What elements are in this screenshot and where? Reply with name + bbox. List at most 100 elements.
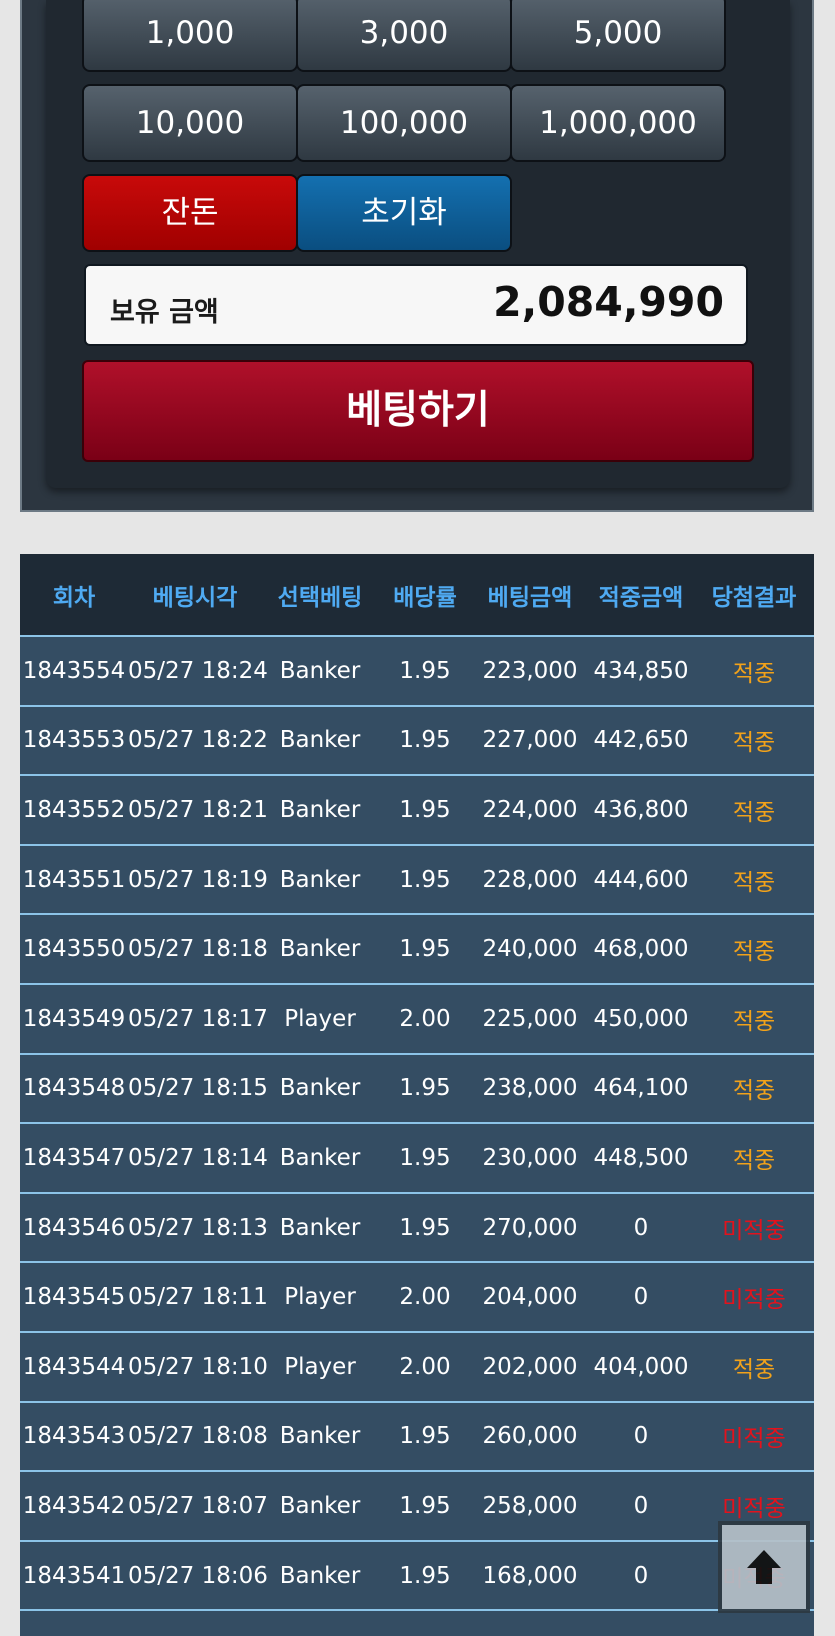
cell-selection: Banker [262,844,378,916]
cell-selection: Banker [262,775,378,846]
cell-bet-amount: 230,000 [472,1123,588,1194]
table-row: 1843554 05/27 18:24 Banker 1.95 223,000 434,8… [20,636,814,707]
cell-round: 1843544 [20,1331,128,1403]
header-win-amount: 적중금액 [588,554,694,637]
cell-win-amount: 468,000 [588,914,694,985]
cell-result: 적중 [694,705,814,777]
cell-bet-amount: 204,000 [472,1262,588,1333]
cell-selection: Banker [262,636,378,707]
cell-round: 1843546 [20,1192,128,1264]
cell-win-amount: 0 [588,1401,694,1473]
cell-round: 1843550 [20,914,128,985]
cell-result: 적중 [694,1331,814,1403]
table-row: 184354105/27 18:06Banker1.95168,0000미적중 [20,1540,814,1612]
cell-selection: Banker [262,1053,378,1125]
cell-odds: 1.95 [378,1471,472,1542]
cell-bet-time: 05/27 18:18 [128,914,268,985]
cell-bet-time: 05/27 18:14 [128,1123,268,1194]
balance-display: 보유 금액 2,084,990 [84,264,748,346]
cell-round: 1843545 [20,1262,128,1333]
betting-panel: 1,000 3,000 5,000 10,000 100,000 1,000,0… [20,0,814,512]
table-row: 1843543 05/27 18:08 Banker 1.95 260,000 0 미적중 [20,1401,814,1473]
cell-bet-amount: 202,000 [472,1331,588,1403]
cell-bet-amount: 224,000 [472,775,588,846]
table-row: 1843552 05/27 18:21 Banker 1.95 224,000 436,8… [20,775,814,846]
cell-selection: Banker [262,914,378,985]
chip-10000[interactable]: 10,000 [82,84,298,162]
cell-bet-time: 05/27 18:19 [128,844,268,916]
cell-selection: Banker [262,1192,378,1264]
cell-bet-time: 05/27 18:17 [128,983,268,1055]
header-bet-time: 베팅시각 [128,554,262,637]
cell-bet-amount: 227,000 [472,705,588,777]
cell-result: 미적중 [694,1401,814,1473]
cell-odds: 1.95 [378,1401,472,1473]
cell-win-amount: 442,650 [588,705,694,777]
cell-result: 적중 [694,1053,814,1125]
header-odds: 배당률 [378,554,472,637]
cell-selection: Player [262,983,378,1055]
chip-3000[interactable]: 3,000 [296,0,512,72]
cell-selection: Player [262,1262,378,1333]
cell-odds: 2.00 [378,983,472,1055]
chip-1000000[interactable]: 1,000,000 [510,84,726,162]
cell-round: 1843548 [20,1053,128,1125]
cell-result: 적중 [694,983,814,1055]
cell-win-amount: 0 [588,1262,694,1333]
cell-round: 1843553 [20,705,128,777]
cell-odds: 1.95 [378,705,472,777]
cell-bet-time: 05/27 18:06 [128,1540,268,1612]
header-result: 당첨결과 [694,554,814,637]
cell-round: 1843541 [20,1540,128,1612]
table-row: 1843547 05/27 18:14 Banker 1.95 230,000 448,5… [20,1123,814,1194]
table-row: 1843550 05/27 18:18 Banker 1.95 240,000 468,0… [20,914,814,985]
cell-selection: Banker [262,705,378,777]
table-row: 1843545 05/27 18:11 Player 2.00 204,000 0 미적중 [20,1262,814,1333]
cell-bet-amount: 240,000 [472,914,588,985]
cell-round: 1843554 [20,636,128,707]
table-row: 1843551 05/27 18:19 Banker 1.95 228,000 444,6… [20,844,814,916]
cell-round: 1843552 [20,775,128,846]
cell-result: 적중 [694,1123,814,1194]
change-button[interactable]: 잔돈 [82,174,298,252]
cell-win-amount: 444,600 [588,844,694,916]
cell-win-amount: 448,500 [588,1123,694,1194]
cell-selection: Banker [262,1471,378,1542]
cell-odds: 1.95 [378,1540,472,1612]
table-header-row: 회차 베팅시각 선택베팅 배당률 베팅금액 적중금액 당첨결과 [20,554,814,637]
cell-result: 적중 [694,914,814,985]
cell-odds: 1.95 [378,1123,472,1194]
table-row: 1843549 05/27 18:17 Player 2.00 225,000 450,0… [20,983,814,1055]
cell-win-amount: 0 [588,1471,694,1542]
cell-bet-time: 05/27 18:07 [128,1471,268,1542]
cell-bet-time: 05/27 18:24 [128,636,268,707]
cell-round: 1843547 [20,1123,128,1194]
place-bet-button[interactable]: 베팅하기 [82,360,754,462]
cell-win-amount: 0 [588,1540,694,1612]
cell-round: 1843542 [20,1471,128,1542]
cell-win-amount: 450,000 [588,983,694,1055]
table-row: 1843544 05/27 18:10 Player 2.00 202,000 404,0… [20,1331,814,1403]
header-round: 회차 [20,554,128,637]
cell-odds: 1.95 [378,636,472,707]
cell-win-amount: 436,800 [588,775,694,846]
cell-result: 미적중 [694,1262,814,1333]
table-row: 1843546 05/27 18:13 Banker 1.95 270,000 0 미적중 [20,1192,814,1264]
scroll-to-top-button[interactable] [718,1521,810,1613]
cell-selection: Banker [262,1123,378,1194]
cell-result: 적중 [694,636,814,707]
cell-win-amount: 434,850 [588,636,694,707]
cell-round: 1843551 [20,844,128,916]
cell-win-amount: 404,000 [588,1331,694,1403]
chip-100000[interactable]: 100,000 [296,84,512,162]
chip-1000[interactable]: 1,000 [82,0,298,72]
cell-result: 적중 [694,775,814,846]
reset-button[interactable]: 초기화 [296,174,512,252]
cell-bet-time: 05/27 18:15 [128,1053,268,1125]
cell-bet-time: 05/27 18:21 [128,775,268,846]
chip-5000[interactable]: 5,000 [510,0,726,72]
table-row: 1843553 05/27 18:22 Banker 1.95 227,000 442,6… [20,705,814,777]
cell-bet-amount: 260,000 [472,1401,588,1473]
cell-selection: Banker [262,1540,378,1612]
cell-odds: 1.95 [378,775,472,846]
